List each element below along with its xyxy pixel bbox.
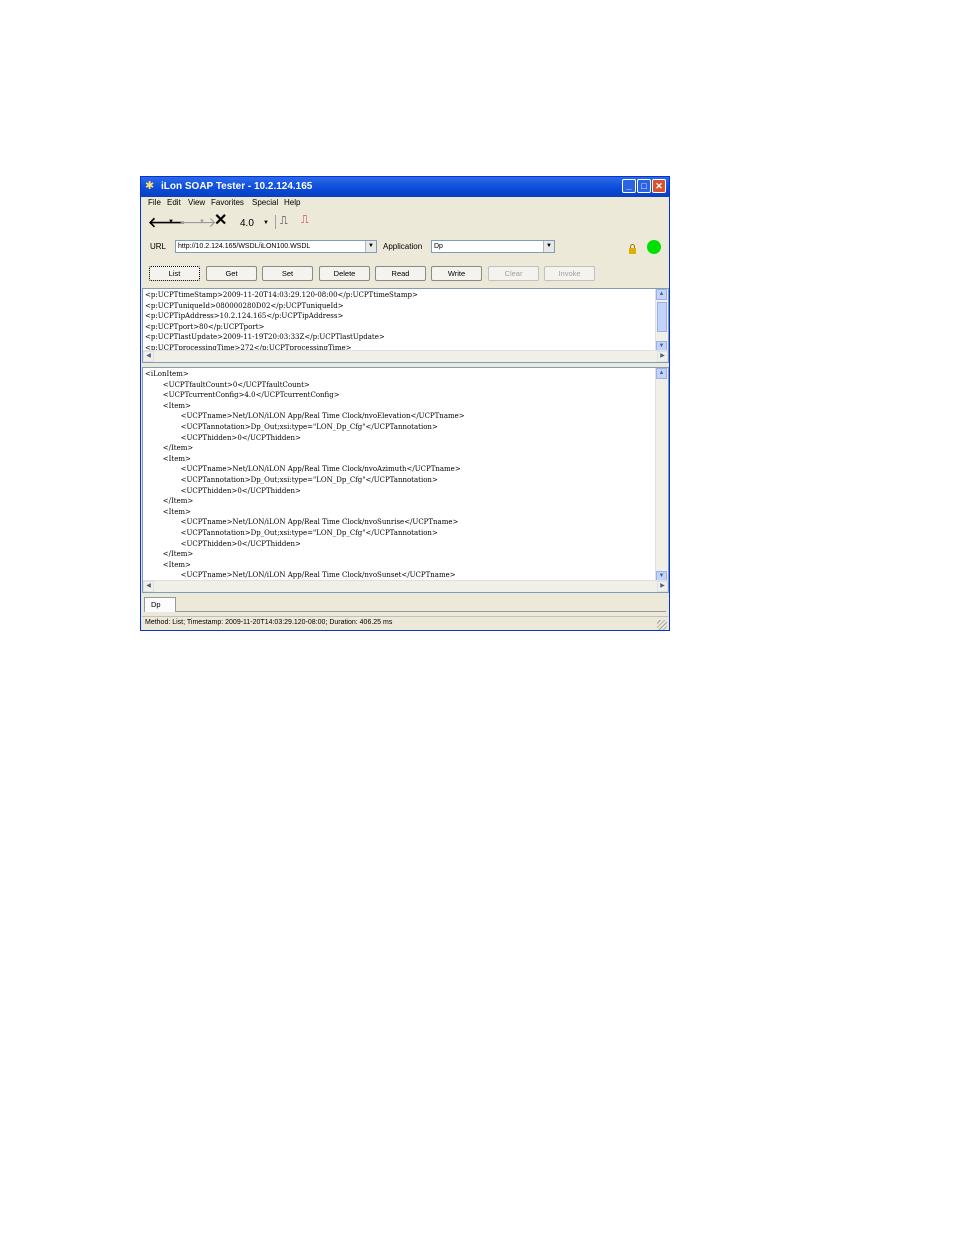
window-title: iLon SOAP Tester - 10.2.124.165	[161, 181, 313, 192]
list-button[interactable]: List	[149, 266, 200, 281]
tab-divider	[176, 611, 666, 612]
set-button[interactable]: Set	[262, 266, 313, 281]
menu-file[interactable]: File	[148, 198, 161, 207]
stop-icon[interactable]: ✕	[214, 213, 227, 229]
title-bar[interactable]: ✱ iLon SOAP Tester - 10.2.124.165 _ □ ✕	[141, 177, 669, 197]
forward-dropdown-icon[interactable]: ▼	[199, 219, 205, 225]
scroll-right-icon[interactable]: ▶	[657, 351, 668, 362]
app-window: ✱ iLon SOAP Tester - 10.2.124.165 _ □ ✕ …	[140, 176, 670, 631]
application-combo[interactable]: Dp ▼	[431, 240, 555, 253]
response-header-text: <p:UCPTtimeStamp>2009-11-20T14:03:29.120…	[145, 291, 418, 352]
header-vertical-scrollbar[interactable]: ▲ ▼	[655, 289, 668, 352]
status-text: Method: List; Timestamp: 2009-11-20T14:0…	[145, 619, 393, 626]
version-dropdown-icon[interactable]: ▼	[263, 220, 269, 226]
minimize-button[interactable]: _	[622, 179, 636, 193]
invoke-button[interactable]: Invoke	[544, 266, 595, 281]
body-horizontal-scrollbar[interactable]: ◀ ▶	[143, 580, 668, 592]
toolbar-separator	[275, 215, 276, 229]
toolbar: 🡐 ▼ 🡒 ▼ ✕ 4.0 ▼ ⎍ ⎍	[141, 211, 669, 233]
scroll-thumb[interactable]	[657, 302, 667, 332]
tab-dp[interactable]: Dp	[144, 597, 176, 612]
connection-status-icon	[647, 240, 661, 254]
menu-help[interactable]: Help	[284, 198, 300, 207]
url-value: http://10.2.124.165/WSDL/iLON100.WSDL	[178, 243, 311, 250]
menu-special[interactable]: Special	[252, 198, 278, 207]
menu-bar: File Edit View Favorites Special Help	[141, 197, 669, 210]
url-dropdown-icon[interactable]: ▼	[365, 241, 376, 252]
read-button[interactable]: Read	[375, 266, 426, 281]
close-button[interactable]: ✕	[652, 179, 666, 193]
scroll-right-icon[interactable]: ▶	[657, 581, 668, 592]
response-header-pane[interactable]: <p:UCPTtimeStamp>2009-11-20T14:03:29.120…	[142, 288, 669, 363]
maximize-button[interactable]: □	[637, 179, 651, 193]
header-horizontal-scrollbar[interactable]: ◀ ▶	[143, 350, 668, 362]
clear-button[interactable]: Clear	[488, 266, 539, 281]
version-selector[interactable]: 4.0	[240, 218, 254, 229]
forward-arrow-icon[interactable]: 🡒	[179, 215, 217, 229]
delete-button[interactable]: Delete	[319, 266, 370, 281]
back-dropdown-icon[interactable]: ▼	[168, 219, 174, 225]
menu-favorites[interactable]: Favorites	[211, 198, 244, 207]
menu-view[interactable]: View	[188, 198, 205, 207]
pulse-error-icon[interactable]: ⎍	[301, 213, 309, 227]
status-bar: Method: List; Timestamp: 2009-11-20T14:0…	[142, 616, 668, 631]
tab-strip: Dp	[142, 596, 668, 613]
application-label: Application	[383, 242, 423, 251]
body-vertical-scrollbar[interactable]: ▲ ▼	[655, 368, 668, 582]
scroll-left-icon[interactable]: ◀	[143, 581, 154, 592]
get-button[interactable]: Get	[206, 266, 257, 281]
scroll-left-icon[interactable]: ◀	[143, 351, 154, 362]
url-label: URL	[150, 242, 167, 251]
application-value: Dp	[434, 243, 443, 250]
scroll-up-icon[interactable]: ▲	[656, 368, 667, 379]
url-combo[interactable]: http://10.2.124.165/WSDL/iLON100.WSDL ▼	[175, 240, 377, 253]
menu-edit[interactable]: Edit	[167, 198, 181, 207]
resize-grip-icon[interactable]	[657, 620, 667, 630]
app-icon: ✱	[145, 180, 155, 192]
pulse-icon[interactable]: ⎍	[280, 214, 288, 228]
lock-icon	[628, 241, 637, 254]
write-button[interactable]: Write	[431, 266, 482, 281]
response-body-text: <iLonItem> <UCPTfaultCount>0</UCPTfaultC…	[145, 370, 465, 580]
response-body-pane[interactable]: <iLonItem> <UCPTfaultCount>0</UCPTfaultC…	[142, 367, 669, 593]
scroll-up-icon[interactable]: ▲	[656, 289, 667, 300]
application-dropdown-icon[interactable]: ▼	[543, 241, 554, 252]
